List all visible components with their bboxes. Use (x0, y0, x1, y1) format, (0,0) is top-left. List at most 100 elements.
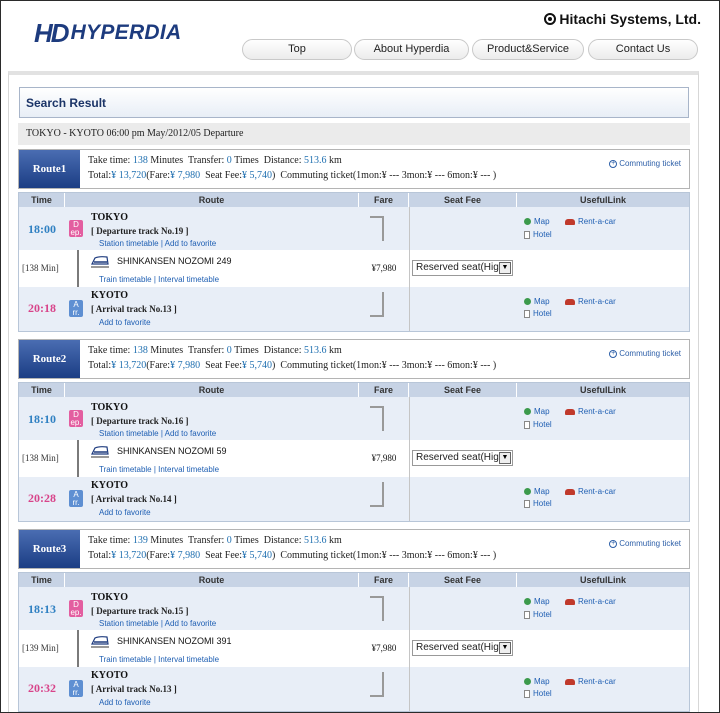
globe-icon (524, 488, 531, 495)
distance-value: 513.6 (304, 535, 327, 546)
departure-station[interactable]: TOKYO (91, 212, 128, 223)
take-time-value: 138 (132, 345, 148, 356)
col-seat-fee: Seat Fee (409, 383, 517, 397)
arrival-station[interactable]: KYOTO (91, 480, 128, 491)
column-divider (409, 397, 410, 440)
commuting-ticket-link[interactable]: + Commuting ticket (609, 349, 681, 358)
rent-a-car-link[interactable]: Rent-a-car (565, 487, 616, 496)
arrival-links[interactable]: Add to favorite (99, 508, 151, 517)
seat-type-select[interactable]: Reserved seat(Hig ▼ (412, 450, 513, 466)
map-link[interactable]: Map (524, 677, 550, 686)
distance-value: 513.6 (304, 155, 327, 166)
hotel-link[interactable]: Hotel (524, 499, 552, 508)
departure-track: [ Departure track No.15 ] (91, 606, 189, 616)
fare-bracket-bottom (370, 672, 384, 697)
logo-text: HYPERDIA (70, 21, 182, 44)
corporate-name: Hitachi Systems, Ltd. (559, 11, 701, 27)
column-divider (409, 667, 410, 711)
rent-a-car-link[interactable]: Rent-a-car (565, 407, 616, 416)
transfer-value: 0 (226, 535, 232, 546)
departure-links[interactable]: Station timetable | Add to favorite (99, 429, 216, 438)
departure-row: 18:10 D ep. TOKYO [ Departure track No.1… (19, 397, 689, 440)
departure-station[interactable]: TOKYO (91, 402, 128, 413)
nav-product-service[interactable]: Product&Service (472, 39, 584, 60)
shinkansen-icon (91, 256, 109, 268)
seat-type-select[interactable]: Reserved seat(Hig ▼ (412, 260, 513, 276)
commuting-ticket-link[interactable]: + Commuting ticket (609, 159, 681, 168)
column-divider (409, 250, 410, 287)
hotel-link[interactable]: Hotel (524, 689, 552, 698)
map-link[interactable]: Map (524, 217, 550, 226)
hotel-link[interactable]: Hotel (524, 230, 552, 239)
map-link[interactable]: Map (524, 297, 550, 306)
departure-track: [ Departure track No.16 ] (91, 416, 189, 426)
plus-circle-icon: + (609, 349, 618, 358)
map-link[interactable]: Map (524, 487, 550, 496)
col-useful-link: UsefulLink (517, 573, 689, 587)
departure-badge-icon: D ep. (69, 220, 83, 237)
transfer-value: 0 (226, 345, 232, 356)
map-link[interactable]: Map (524, 407, 550, 416)
arrival-time: 20:28 (28, 491, 56, 505)
train-fare: ¥7,980 (371, 263, 397, 273)
column-divider (409, 440, 410, 477)
col-route: Route (65, 383, 359, 397)
car-icon (565, 598, 575, 605)
hotel-icon (524, 499, 530, 508)
seat-type-select[interactable]: Reserved seat(Hig ▼ (412, 640, 513, 656)
train-links[interactable]: Train timetable | Interval timetable (99, 465, 219, 474)
arrival-track: [ Arrival track No.14 ] (91, 494, 177, 504)
shinkansen-icon (91, 636, 109, 648)
departure-links[interactable]: Station timetable | Add to favorite (99, 239, 216, 248)
rent-a-car-link[interactable]: Rent-a-car (565, 677, 616, 686)
departure-station[interactable]: TOKYO (91, 592, 128, 603)
arrival-links[interactable]: Add to favorite (99, 698, 151, 707)
rent-a-car-link[interactable]: Rent-a-car (565, 297, 616, 306)
departure-links[interactable]: Station timetable | Add to favorite (99, 619, 216, 628)
column-divider (409, 287, 410, 331)
car-icon (565, 408, 575, 415)
globe-icon (524, 298, 531, 305)
column-divider (409, 587, 410, 630)
hotel-link[interactable]: Hotel (524, 610, 552, 619)
train-row: [139 Min] SHINKANSEN NOZOMI 391 Train ti… (19, 630, 689, 667)
train-name: SHINKANSEN NOZOMI 391 (117, 636, 232, 646)
col-time: Time (19, 193, 65, 207)
fare-bracket-top (370, 216, 384, 241)
hotel-icon (524, 309, 530, 318)
commuting-ticket-link[interactable]: + Commuting ticket (609, 539, 681, 548)
hyperdia-logo[interactable]: HD HYPERDIA (34, 17, 181, 49)
nav-about[interactable]: About Hyperdia (354, 39, 469, 60)
hotel-link[interactable]: Hotel (524, 309, 552, 318)
rent-a-car-link[interactable]: Rent-a-car (565, 597, 616, 606)
train-links[interactable]: Train timetable | Interval timetable (99, 275, 219, 284)
train-links[interactable]: Train timetable | Interval timetable (99, 655, 219, 664)
distance-value: 513.6 (304, 345, 327, 356)
arrival-links[interactable]: Add to favorite (99, 318, 151, 327)
site-header: HD HYPERDIA Hitachi Systems, Ltd. Top Ab… (1, 1, 719, 69)
nav-contact[interactable]: Contact Us (588, 39, 698, 60)
rent-a-car-link[interactable]: Rent-a-car (565, 217, 616, 226)
route-time-line: Take time: 138 Minutes Transfer: 0 Times… (88, 345, 342, 356)
train-name: SHINKANSEN NOZOMI 249 (117, 256, 232, 266)
plus-circle-icon: + (609, 159, 618, 168)
col-seat-fee: Seat Fee (409, 573, 517, 587)
departure-row: 18:00 D ep. TOKYO [ Departure track No.1… (19, 207, 689, 250)
arrival-station[interactable]: KYOTO (91, 670, 128, 681)
arrival-station[interactable]: KYOTO (91, 290, 128, 301)
car-icon (565, 298, 575, 305)
arrival-row: 20:18 A rr. KYOTO [ Arrival track No.13 … (19, 287, 689, 331)
hotel-link[interactable]: Hotel (524, 420, 552, 429)
route-line (77, 250, 79, 287)
total-value: ¥ 13,720 (111, 360, 147, 371)
route-time-line: Take time: 138 Minutes Transfer: 0 Times… (88, 155, 342, 166)
arrival-track: [ Arrival track No.13 ] (91, 304, 177, 314)
logo-mark: HD (34, 17, 70, 48)
departure-time: 18:13 (28, 602, 56, 616)
browser-page: HD HYPERDIA Hitachi Systems, Ltd. Top Ab… (0, 0, 720, 713)
seat-fee-value: ¥ 5,740 (242, 170, 273, 181)
shinkansen-icon (91, 446, 109, 458)
nav-top[interactable]: Top (242, 39, 352, 60)
map-link[interactable]: Map (524, 597, 550, 606)
col-fare: Fare (359, 383, 409, 397)
